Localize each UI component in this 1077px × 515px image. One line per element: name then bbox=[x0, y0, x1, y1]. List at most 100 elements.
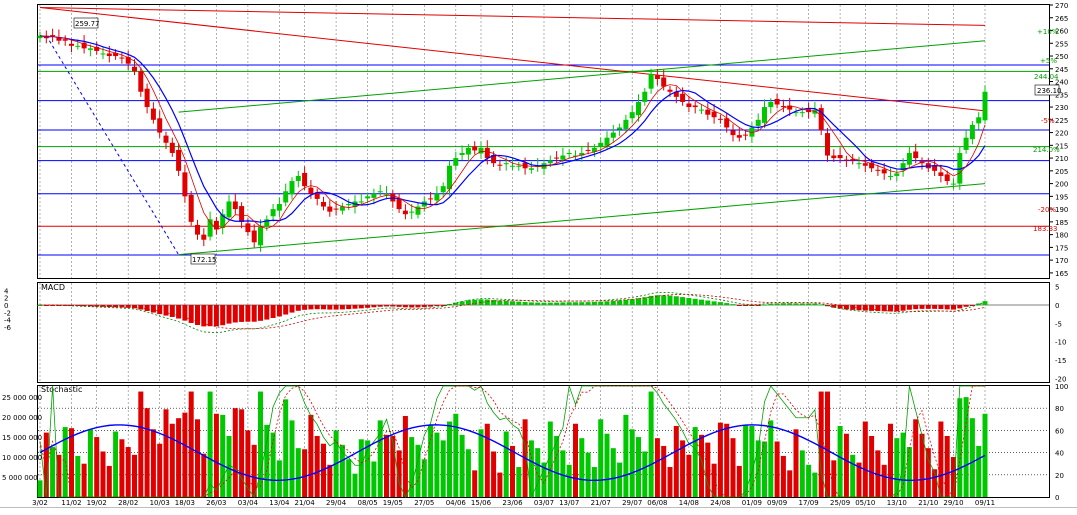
volume-bar bbox=[402, 415, 408, 497]
volume-bar bbox=[768, 420, 774, 497]
macd-histogram-bar bbox=[749, 305, 755, 306]
volume-bar bbox=[516, 467, 522, 497]
volume-bar bbox=[724, 423, 730, 497]
volume-bar bbox=[799, 450, 805, 497]
volume-bar bbox=[711, 463, 717, 497]
stochastic-title: Stochastic bbox=[41, 385, 82, 394]
candle-body bbox=[661, 77, 667, 87]
macd-histogram-bar bbox=[541, 302, 547, 305]
macd-histogram-bar bbox=[522, 302, 528, 305]
macd-title: MACD bbox=[41, 283, 65, 292]
candle-body bbox=[762, 107, 767, 123]
stochastic-right-tick: 100 bbox=[1055, 383, 1068, 391]
x-axis-date-label: 23/06 bbox=[502, 499, 523, 507]
volume-bar bbox=[484, 423, 490, 497]
macd-histogram-bar bbox=[610, 300, 616, 305]
macd-histogram-bar bbox=[831, 305, 837, 308]
dashed-trendline bbox=[45, 35, 180, 255]
x-axis-date-label: 25/09 bbox=[830, 499, 850, 507]
volume-bar bbox=[686, 454, 692, 497]
candle-body bbox=[87, 48, 93, 50]
volume-bar bbox=[94, 437, 100, 497]
x-axis-date-label: 13/10 bbox=[887, 499, 907, 507]
macd-histogram-bar bbox=[774, 303, 780, 305]
volume-bar bbox=[491, 451, 497, 497]
macd-histogram-bar bbox=[793, 303, 799, 305]
candle-body bbox=[888, 175, 893, 177]
macd-histogram-bar bbox=[232, 305, 238, 323]
volume-bar bbox=[736, 465, 742, 497]
macd-histogram-bar bbox=[415, 305, 421, 308]
volume-bar bbox=[648, 391, 654, 497]
price-ytick-label: 210 bbox=[1055, 155, 1068, 163]
macd-histogram-bar bbox=[963, 305, 969, 307]
macd-histogram-bar bbox=[768, 303, 774, 305]
macd-histogram-bar bbox=[686, 298, 692, 305]
candle-body bbox=[547, 160, 553, 164]
candle-body bbox=[642, 91, 648, 102]
candle-body bbox=[629, 112, 635, 119]
candle-body bbox=[906, 152, 912, 165]
price-ytick-label: 230 bbox=[1055, 104, 1068, 112]
price-ytick-label: 250 bbox=[1055, 53, 1068, 61]
volume-bar bbox=[535, 448, 541, 497]
price-ytick-label: 195 bbox=[1055, 193, 1068, 201]
candle-body bbox=[182, 172, 188, 197]
volume-bar bbox=[81, 463, 87, 497]
x-axis-date-label: 29/07 bbox=[622, 499, 642, 507]
macd-histogram-bar bbox=[642, 297, 648, 305]
candle-body bbox=[711, 111, 717, 118]
price-panel-frame bbox=[37, 4, 1050, 279]
volume-bar bbox=[50, 447, 56, 497]
volume-bar bbox=[843, 433, 849, 497]
candle-body bbox=[617, 127, 623, 130]
macd-histogram-bar bbox=[944, 305, 950, 310]
x-axis-date-label: 15/06 bbox=[471, 499, 492, 507]
candle-body bbox=[730, 130, 736, 136]
volume-bar bbox=[825, 391, 830, 497]
volume-bar bbox=[37, 480, 43, 497]
volume-bar bbox=[314, 435, 320, 497]
macd-histogram-bar bbox=[440, 305, 446, 306]
candle-body bbox=[566, 152, 572, 155]
candle-body bbox=[283, 191, 289, 203]
volume-bar bbox=[100, 451, 106, 497]
candle-body bbox=[163, 135, 169, 143]
candle-body bbox=[654, 75, 660, 79]
candle-body bbox=[75, 45, 81, 47]
macd-histogram-bar bbox=[617, 300, 623, 305]
volume-bar bbox=[150, 429, 156, 497]
macd-histogram-bar bbox=[579, 302, 585, 305]
macd-histogram-bar bbox=[711, 301, 717, 305]
candle-body bbox=[554, 157, 560, 159]
macd-histogram-bar bbox=[176, 305, 182, 319]
macd-histogram-bar bbox=[547, 302, 553, 305]
candle-body bbox=[736, 135, 742, 138]
candle-body bbox=[604, 137, 610, 146]
macd-histogram-bar bbox=[396, 305, 402, 307]
macd-histogram-bar bbox=[258, 305, 263, 321]
stochastic-right-tick: 80 bbox=[1055, 405, 1064, 413]
macd-histogram-bar bbox=[528, 302, 534, 305]
candle-body bbox=[289, 181, 295, 195]
volume-bar bbox=[384, 434, 389, 497]
macd-histogram-bar bbox=[925, 305, 931, 309]
candle-body bbox=[188, 194, 194, 222]
macd-histogram-bar bbox=[264, 305, 270, 320]
stock-chart[interactable]: MACD Stochastic 165170175180185190195200… bbox=[0, 0, 1077, 511]
trendline bbox=[178, 40, 986, 113]
candle-body bbox=[692, 105, 698, 108]
macd-histogram-bar bbox=[699, 299, 704, 305]
candle-body bbox=[699, 109, 704, 111]
volume-bar bbox=[276, 460, 282, 497]
candle-body bbox=[434, 193, 440, 201]
price-ytick-label: 255 bbox=[1055, 40, 1068, 48]
macd-right-tick: 0 bbox=[1055, 302, 1059, 310]
candle-body bbox=[944, 174, 950, 182]
macd-histogram-bar bbox=[661, 295, 667, 305]
volume-bar bbox=[87, 429, 93, 497]
candle-body bbox=[327, 206, 333, 212]
volume-bar bbox=[465, 449, 471, 497]
candle-body bbox=[346, 204, 352, 206]
candle-body bbox=[610, 132, 616, 138]
